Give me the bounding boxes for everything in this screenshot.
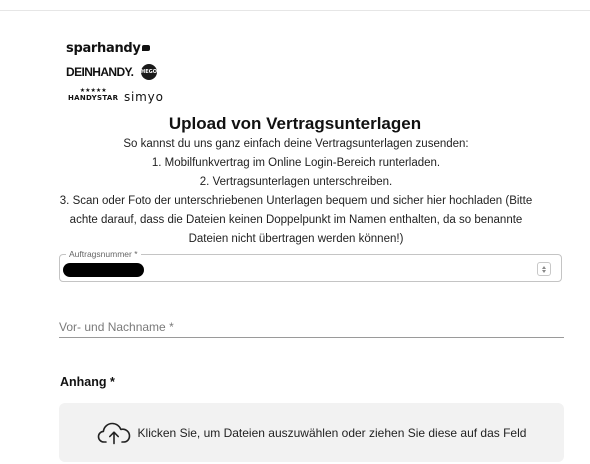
attachment-label: Anhang * <box>60 375 115 389</box>
brand-badge-logo: HEGO <box>141 64 157 80</box>
upload-instructions: So kannst du uns ganz einfach deine Vert… <box>56 135 536 249</box>
top-divider <box>0 10 590 11</box>
cloud-upload-icon <box>97 422 130 444</box>
instructions-intro: So kannst du uns ganz einfach deine Vert… <box>123 138 469 150</box>
sparhandy-logo: sparhandy <box>66 42 150 55</box>
file-dropzone[interactable]: Klicken Sie, um Dateien auszuwählen oder… <box>59 403 564 462</box>
full-name-input[interactable] <box>59 316 564 338</box>
redacted-order-number <box>63 263 144 277</box>
stepper-down-icon[interactable] <box>542 269 546 273</box>
order-number-label: Auftragsnummer * <box>66 249 141 259</box>
handystar-wordmark: HANDYSTAR <box>68 94 119 102</box>
simyo-logo: simyo <box>124 90 164 104</box>
instruction-step-1: 1. Mobilfunkvertrag im Online Login-Bere… <box>151 157 441 169</box>
order-number-field[interactable]: Auftragsnummer * <box>59 249 562 282</box>
dropzone-text: Klicken Sie, um Dateien auszuwählen oder… <box>137 425 527 440</box>
page-title: Upload von Vertragsunterlagen <box>168 114 422 133</box>
speech-bubble-icon <box>141 45 150 51</box>
instruction-step-3: 3. Scan oder Foto der unterschriebenen U… <box>59 195 533 245</box>
deinhandy-logo: DEINHANDY. <box>66 65 134 79</box>
handystar-logo: ★★★★★ HANDYSTAR <box>68 88 118 102</box>
number-stepper-icon[interactable] <box>537 262 551 276</box>
instruction-step-2: 2. Vertragsunterlagen unterschreiben. <box>199 176 393 188</box>
stepper-up-icon[interactable] <box>542 265 546 269</box>
